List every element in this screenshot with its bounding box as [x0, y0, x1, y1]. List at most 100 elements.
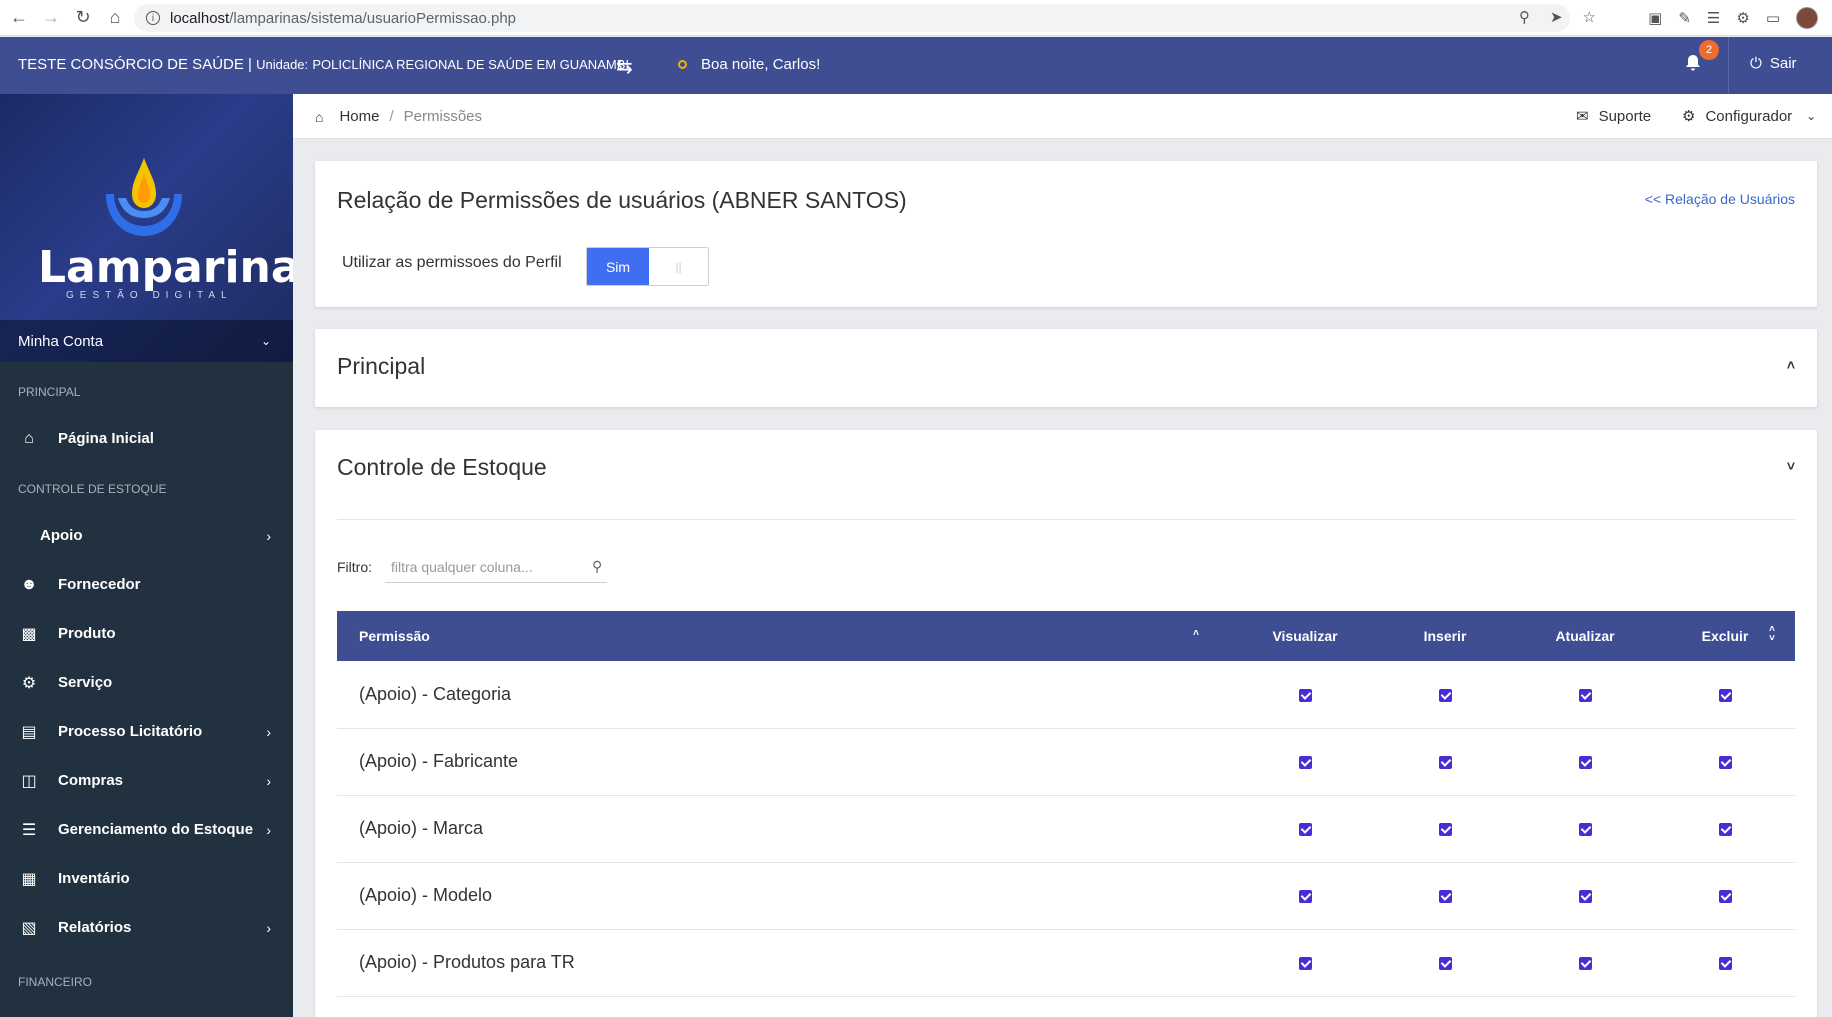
bookmark-star-icon[interactable]: ☆ — [1583, 8, 1596, 26]
sidebar-item-label: Compras — [58, 772, 124, 789]
cast-icon[interactable]: ▭ — [1766, 9, 1780, 27]
excluir-checkbox[interactable] — [1718, 755, 1732, 769]
cell-atualizar — [1515, 661, 1655, 728]
atualizar-checkbox[interactable] — [1578, 889, 1592, 903]
sidebar-item-pagina-inicial[interactable]: ⌂ Página Inicial — [0, 414, 293, 463]
layers-icon: ☰ — [21, 821, 37, 839]
excluir-checkbox[interactable] — [1718, 822, 1732, 836]
atualizar-checkbox[interactable] — [1578, 822, 1592, 836]
power-icon: ⏻ — [1750, 55, 1762, 72]
chevron-down-icon[interactable]: ˅ — [1787, 458, 1795, 474]
address-bar[interactable]: i localhost/lamparinas/sistema/usuarioPe… — [134, 4, 1570, 32]
inserir-checkbox[interactable] — [1438, 688, 1452, 702]
sidebar-item-label: Serviço — [58, 674, 113, 691]
switch-unit-icon[interactable]: ⇆ — [616, 54, 633, 79]
app-header: TESTE CONSÓRCIO DE SAÚDE | Unidade: POLI… — [0, 37, 1832, 94]
sidebar-item-apoio[interactable]: Apoio › — [0, 511, 293, 560]
visualizar-checkbox[interactable] — [1298, 956, 1312, 970]
home-icon: ⌂ — [24, 429, 34, 447]
sidebar-item-label: Apoio — [40, 527, 83, 544]
cell-visualizar — [1235, 661, 1375, 728]
back-to-users-link[interactable]: << Relação de Usuários — [1645, 191, 1795, 207]
excluir-checkbox[interactable] — [1718, 889, 1732, 903]
visualizar-checkbox[interactable] — [1298, 688, 1312, 702]
visualizar-checkbox[interactable] — [1298, 822, 1312, 836]
notification-badge[interactable]: 2 — [1699, 40, 1719, 60]
cell-excluir — [1655, 929, 1795, 996]
greeting-area: Boa noite, Carlos! — [678, 56, 820, 73]
column-header-permissao[interactable]: Permissão ˄ — [337, 611, 1235, 661]
reload-icon[interactable]: ↻ — [70, 5, 96, 31]
sidebar-item-produto[interactable]: ▩ Produto — [0, 609, 293, 658]
sidebar-item-gerenciamento-estoque[interactable]: ☰ Gerenciamento do Estoque › — [0, 805, 293, 854]
site-info-icon[interactable]: i — [146, 11, 160, 25]
atualizar-checkbox[interactable] — [1578, 956, 1592, 970]
sidebar-item-label: Página Inicial — [58, 430, 154, 447]
home-icon[interactable]: ⌂ — [315, 109, 323, 125]
sidebar-item-label: Inventário — [58, 870, 130, 887]
sidebar-item-inventario[interactable]: ▦ Inventário — [0, 854, 293, 903]
sidebar-item-processo-licitatorio[interactable]: ▤ Processo Licitatório › — [0, 707, 293, 756]
excluir-checkbox[interactable] — [1718, 688, 1732, 702]
inserir-checkbox[interactable] — [1438, 956, 1452, 970]
inserir-checkbox[interactable] — [1438, 889, 1452, 903]
table-row: (Apoio) - Modelo — [337, 862, 1795, 929]
sort-both-icon[interactable]: ˄ ˅ — [1769, 625, 1775, 644]
sidebar-item-fornecedor[interactable]: ☻ Fornecedor — [0, 560, 293, 609]
forward-arrow-icon[interactable]: → — [38, 5, 64, 31]
filter-input[interactable] — [385, 551, 607, 583]
zoom-icon[interactable]: ⚲ — [1519, 8, 1530, 26]
column-header-inserir[interactable]: Inserir — [1375, 611, 1515, 661]
section-principal[interactable]: Principal ˄ — [315, 329, 1817, 407]
breadcrumb-home[interactable]: Home — [339, 108, 379, 125]
screenshot-icon[interactable]: ▣ — [1648, 9, 1662, 27]
puzzle-icon[interactable]: ⚙ — [1736, 9, 1749, 27]
column-label: Excluir — [1701, 628, 1749, 644]
chevron-up-icon[interactable]: ˄ — [1787, 357, 1795, 373]
chevron-right-icon: › — [266, 919, 271, 936]
sidebar-item-compras[interactable]: ◫ Compras › — [0, 756, 293, 805]
cell-inserir — [1375, 661, 1515, 728]
configurator-menu[interactable]: ⚙ Configurador ⌄ — [1682, 107, 1817, 126]
toggle-on-option[interactable]: Sim — [587, 248, 649, 285]
translate-icon[interactable]: ☰ — [1707, 9, 1720, 27]
table-header-row: Permissão ˄ Visualizar Inserir Atualizar… — [337, 611, 1795, 661]
toggle-off-option[interactable]: || — [649, 248, 708, 285]
atualizar-checkbox[interactable] — [1578, 755, 1592, 769]
cell-visualizar — [1235, 929, 1375, 996]
profile-avatar[interactable] — [1796, 7, 1818, 29]
column-header-excluir[interactable]: Excluir ˄ ˅ — [1655, 611, 1795, 661]
sidebar-item-relatorios[interactable]: ▧ Relatórios › — [0, 903, 293, 952]
visualizar-checkbox[interactable] — [1298, 889, 1312, 903]
section-divider — [337, 519, 1795, 520]
support-link[interactable]: ✉ Suporte — [1576, 107, 1652, 126]
chevron-down-icon: ⌄ — [1806, 109, 1817, 123]
support-label: Suporte — [1598, 107, 1652, 125]
excluir-checkbox[interactable] — [1718, 956, 1732, 970]
url-path: /lamparinas/sistema/usuarioPermissao.php — [229, 9, 516, 27]
logo-text: Lamparinas — [38, 242, 293, 293]
atualizar-checkbox[interactable] — [1578, 688, 1592, 702]
column-header-atualizar[interactable]: Atualizar — [1515, 611, 1655, 661]
profile-permissions-toggle[interactable]: Sim || — [586, 247, 709, 286]
section-title-controle-estoque: CONTROLE DE ESTOQUE — [18, 482, 167, 496]
home-browser-icon[interactable]: ⌂ — [102, 5, 128, 31]
column-header-visualizar[interactable]: Visualizar — [1235, 611, 1375, 661]
profile-permissions-label: Utilizar as permissoes do Perfil — [342, 254, 562, 271]
column-label: Permissão — [359, 628, 430, 644]
extension-pen-icon[interactable]: ✎ — [1678, 9, 1691, 27]
sort-asc-icon[interactable]: ˄ — [1193, 628, 1199, 639]
permission-name: (Apoio) - Marca — [359, 818, 484, 838]
permissions-table: Permissão ˄ Visualizar Inserir Atualizar… — [337, 611, 1795, 997]
back-arrow-icon[interactable]: ← — [6, 5, 32, 31]
inserir-checkbox[interactable] — [1438, 822, 1452, 836]
send-icon[interactable]: ➤ — [1550, 8, 1563, 26]
account-menu[interactable]: Minha Conta ⌄ — [0, 320, 293, 362]
breadcrumb-separator: / — [389, 108, 394, 125]
logout-button[interactable]: ⏻ Sair — [1750, 55, 1797, 72]
sidebar-item-servico[interactable]: ⚙ Serviço — [0, 658, 293, 707]
lamp-logo-icon — [106, 158, 182, 236]
inserir-checkbox[interactable] — [1438, 755, 1452, 769]
bell-icon[interactable] — [1683, 53, 1703, 79]
visualizar-checkbox[interactable] — [1298, 755, 1312, 769]
